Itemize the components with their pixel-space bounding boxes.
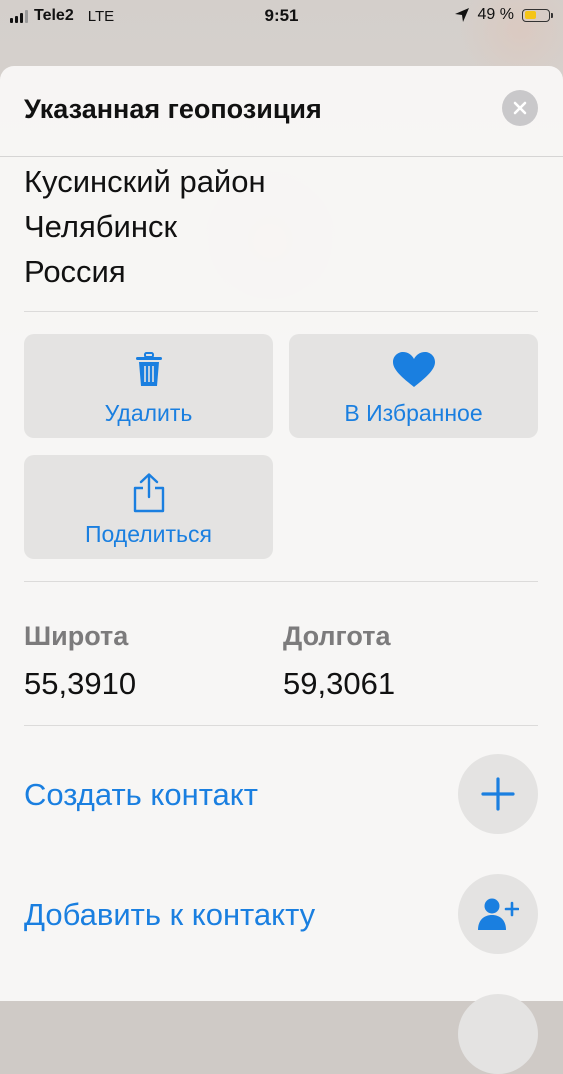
favorite-label: В Избранное (344, 400, 483, 426)
close-icon (513, 101, 527, 115)
address-block: Кусинский район Челябинск Россия (24, 159, 266, 294)
address-line: Россия (24, 254, 126, 289)
share-button[interactable]: Поделиться (24, 455, 273, 559)
divider (24, 581, 538, 582)
plus-icon (481, 777, 515, 811)
battery-percent: 49 % (477, 6, 514, 23)
divider (24, 725, 538, 726)
address-line: Челябинск (24, 209, 178, 244)
delete-label: Удалить (104, 400, 193, 426)
trash-icon (135, 352, 162, 386)
create-contact-button[interactable] (458, 754, 538, 834)
add-person-icon (478, 898, 519, 930)
share-icon (133, 473, 164, 513)
battery-icon (522, 8, 553, 22)
latitude-label: Широта (24, 621, 129, 651)
create-contact-link[interactable]: Создать контакт (24, 777, 258, 813)
divider (24, 311, 538, 312)
heart-icon (392, 352, 435, 387)
add-to-contact-link[interactable]: Добавить к контакту (24, 897, 315, 933)
sheet-title: Указанная геопозиция (24, 94, 322, 124)
status-right: 49 % (454, 6, 553, 24)
add-to-contact-button[interactable] (458, 874, 538, 954)
header-divider (0, 156, 563, 157)
location-arrow-icon (454, 8, 469, 22)
latitude-value: 55,3910 (24, 666, 137, 701)
longitude-label: Долгота (283, 621, 391, 651)
address-line: Кусинский район (24, 164, 266, 199)
longitude-value: 59,3061 (283, 666, 396, 701)
close-button[interactable] (502, 90, 538, 126)
add-to-favorites-button[interactable]: В Избранное (289, 334, 538, 438)
more-button[interactable] (458, 994, 538, 1074)
location-sheet: Указанная геопозиция Кусинский район Чел… (0, 66, 563, 1074)
battery-fill (524, 11, 536, 19)
status-bar: Tele2 LTE 9:51 49 % (0, 0, 563, 34)
delete-button[interactable]: Удалить (24, 334, 273, 438)
share-label: Поделиться (84, 521, 212, 547)
